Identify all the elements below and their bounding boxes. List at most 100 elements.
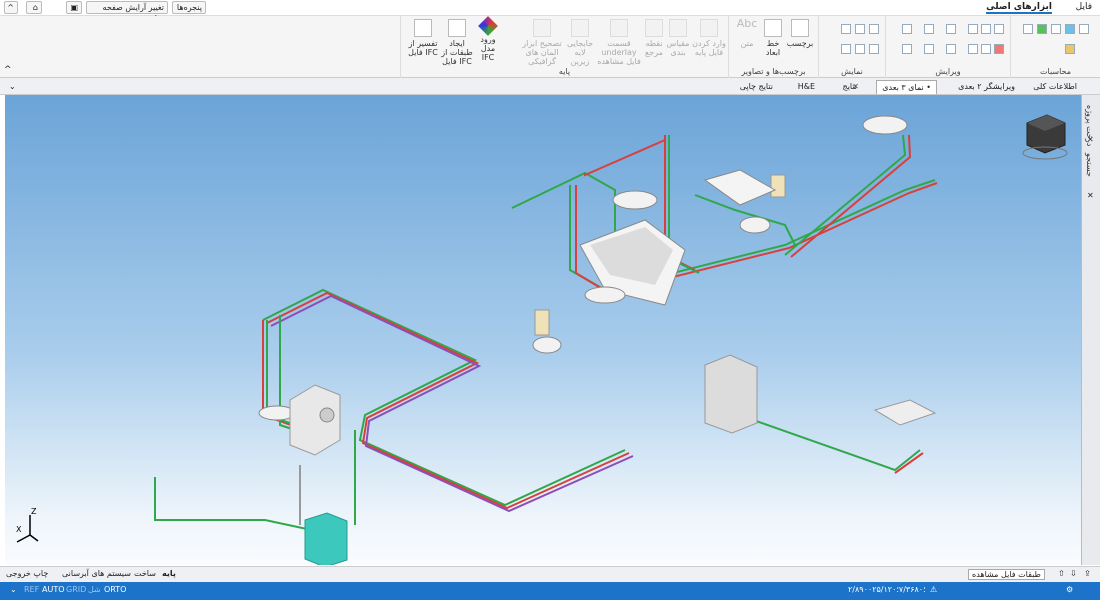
- ribbon-collapse-icon[interactable]: ^: [4, 65, 12, 75]
- view-icon[interactable]: [841, 44, 851, 54]
- status-bar: ⌄ REF AUTO GRID شل ORTO ۲/۸۹۰۰؛۷/۳۶۸۰؛۲۵…: [0, 582, 1100, 600]
- underlay-part-text: قسمت underlay فایل مشاهده: [597, 39, 641, 66]
- create-layers-text: ایجاد طبقات از فایل IFC: [441, 39, 473, 66]
- label-button-text: برچسب: [786, 39, 814, 48]
- text-button[interactable]: Abc متن: [733, 18, 761, 48]
- snap-icon[interactable]: [924, 44, 934, 54]
- fix-elements-button[interactable]: تصحیح ابزار المان های گرافیکی: [519, 19, 565, 66]
- close-panel-icon[interactable]: ✕: [1087, 135, 1094, 144]
- group-base: وارد کردن فایل پایه مقیاس بندی نقطه مرجع…: [400, 16, 728, 78]
- tab-view-3d[interactable]: • نمای ۳ بعدی: [876, 80, 937, 94]
- dimension-icon: [764, 19, 782, 37]
- menu-main-tools[interactable]: ابزارهای اصلی: [986, 2, 1052, 14]
- select-icon[interactable]: [902, 44, 912, 54]
- pipe-icon[interactable]: [1065, 44, 1075, 54]
- status-shell[interactable]: شل: [88, 585, 101, 594]
- ref-point-button[interactable]: نقطه مرجع: [643, 19, 665, 57]
- zoom-in-icon[interactable]: [869, 24, 879, 34]
- tab-results[interactable]: نتایج: [838, 80, 862, 94]
- change-layout-dropdown[interactable]: تغییر آرایش صفحه نمایش: [86, 1, 168, 23]
- layer-down-icon[interactable]: ⇩: [1070, 569, 1077, 578]
- line-dimension-button[interactable]: خط ابعاد: [761, 19, 785, 57]
- document-tabs: اطلاعات کلی ویرایشگر ۲ بعدی • نمای ۳ بعد…: [0, 78, 1100, 95]
- drop-icon[interactable]: [1037, 24, 1047, 34]
- layer-filter-icon[interactable]: ⇪: [1084, 569, 1091, 578]
- water-tank: [304, 512, 348, 565]
- view-layers-dropdown[interactable]: طبقات فایل مشاهده: [968, 569, 1045, 580]
- warning-icon[interactable]: ⚠: [930, 585, 937, 594]
- tab-editor-2d[interactable]: ویرایشگر ۲ بعدی: [953, 80, 1020, 94]
- undo-icon[interactable]: [981, 24, 991, 34]
- settings-icon[interactable]: ⚙: [1066, 585, 1073, 594]
- tabs-dropdown-icon[interactable]: ⌄: [4, 80, 21, 94]
- right-pipe-red: [894, 452, 924, 474]
- import-base-text: وارد کردن فایل پایه: [692, 39, 726, 57]
- zoom-window-icon[interactable]: [841, 24, 851, 34]
- tab-search[interactable]: جستجو: [1085, 153, 1094, 177]
- layer-tab-building[interactable]: ساخت: [134, 569, 156, 578]
- group-calculations: محاسبات: [1010, 16, 1100, 78]
- layer-tab-print-output[interactable]: چاپ خروجی: [6, 569, 48, 578]
- layer-tab-water-systems[interactable]: سیستم های آبرسانی: [62, 569, 131, 578]
- windows-dropdown[interactable]: پنجره‌ها: [172, 1, 206, 14]
- move-icon[interactable]: [994, 24, 1004, 34]
- group-label: ویرایش: [935, 67, 961, 76]
- status-auto[interactable]: AUTO: [42, 585, 65, 594]
- delete-icon[interactable]: [994, 44, 1004, 54]
- view-cube[interactable]: [1022, 114, 1068, 160]
- washing-machine: [289, 384, 341, 456]
- group-edit: ویرایش: [885, 16, 1010, 78]
- left-pipes: [154, 288, 634, 536]
- viewport-3d[interactable]: Z X: [5, 95, 1081, 565]
- ifc-icon: [478, 16, 498, 36]
- ref-point-text: نقطه مرجع: [645, 39, 663, 57]
- group-display: نمایش: [818, 16, 885, 78]
- import-icon: [700, 19, 718, 37]
- close-search-icon[interactable]: ✕: [1087, 191, 1094, 200]
- calc-icon[interactable]: [1065, 24, 1075, 34]
- doc-icon[interactable]: [1051, 24, 1061, 34]
- tab-general-info[interactable]: اطلاعات کلی: [1028, 80, 1082, 94]
- underlay-icon: [610, 19, 628, 37]
- tab-print-results[interactable]: نتایج چاپی: [735, 80, 778, 94]
- pan-icon[interactable]: [855, 44, 865, 54]
- move-underlay-button[interactable]: جابجایی لایه زیرین: [565, 19, 595, 66]
- menu-file[interactable]: فایل: [1076, 2, 1092, 12]
- interpret-ifc-button[interactable]: تفسیر از فایل IFC: [407, 19, 439, 57]
- rotate-icon[interactable]: [946, 44, 956, 54]
- home-icon[interactable]: ⌂: [26, 1, 42, 14]
- mirror-icon[interactable]: [924, 24, 934, 34]
- gauge-icon[interactable]: [1023, 24, 1033, 34]
- layers-icon: [448, 19, 466, 37]
- collapse-ribbon-button[interactable]: ^: [4, 1, 18, 14]
- axis-gizmo: Z X: [16, 507, 39, 543]
- align-icon[interactable]: [902, 24, 912, 34]
- scale-text: مقیاس بندی: [666, 39, 690, 57]
- interpret-icon: [414, 19, 432, 37]
- status-ref[interactable]: REF: [24, 585, 39, 594]
- zoom-all-icon[interactable]: [869, 44, 879, 54]
- create-layers-button[interactable]: ایجاد طبقات از فایل IFC: [439, 19, 475, 66]
- label-button[interactable]: برچسب: [785, 19, 815, 48]
- layer-up-icon[interactable]: ⇧: [1058, 569, 1065, 578]
- table-icon[interactable]: [1079, 24, 1089, 34]
- ifc-import-button[interactable]: ورود مدل IFC: [475, 16, 501, 62]
- cut-icon[interactable]: [981, 44, 991, 54]
- status-grid[interactable]: GRID: [66, 585, 86, 594]
- zoom-out-icon[interactable]: [855, 24, 865, 34]
- sinks: [258, 115, 908, 421]
- scale-button[interactable]: مقیاس بندی: [665, 19, 691, 57]
- underlay-part-button[interactable]: قسمت underlay فایل مشاهده: [595, 19, 643, 66]
- upper-pipes: [511, 134, 938, 295]
- status-dropdown-icon[interactable]: ⌄: [10, 585, 17, 594]
- layer-tab-base[interactable]: پایه: [162, 569, 176, 578]
- status-orto[interactable]: ORTO: [104, 585, 126, 594]
- split-icon[interactable]: [946, 24, 956, 34]
- text-button-text: متن: [740, 39, 754, 48]
- tab-he[interactable]: H&E: [793, 80, 820, 94]
- window-icon[interactable]: ▣: [66, 1, 82, 14]
- redo-icon[interactable]: [968, 24, 978, 34]
- copy-icon[interactable]: [968, 44, 978, 54]
- group-label: محاسبات: [1040, 67, 1071, 76]
- import-base-button[interactable]: وارد کردن فایل پایه: [691, 19, 727, 57]
